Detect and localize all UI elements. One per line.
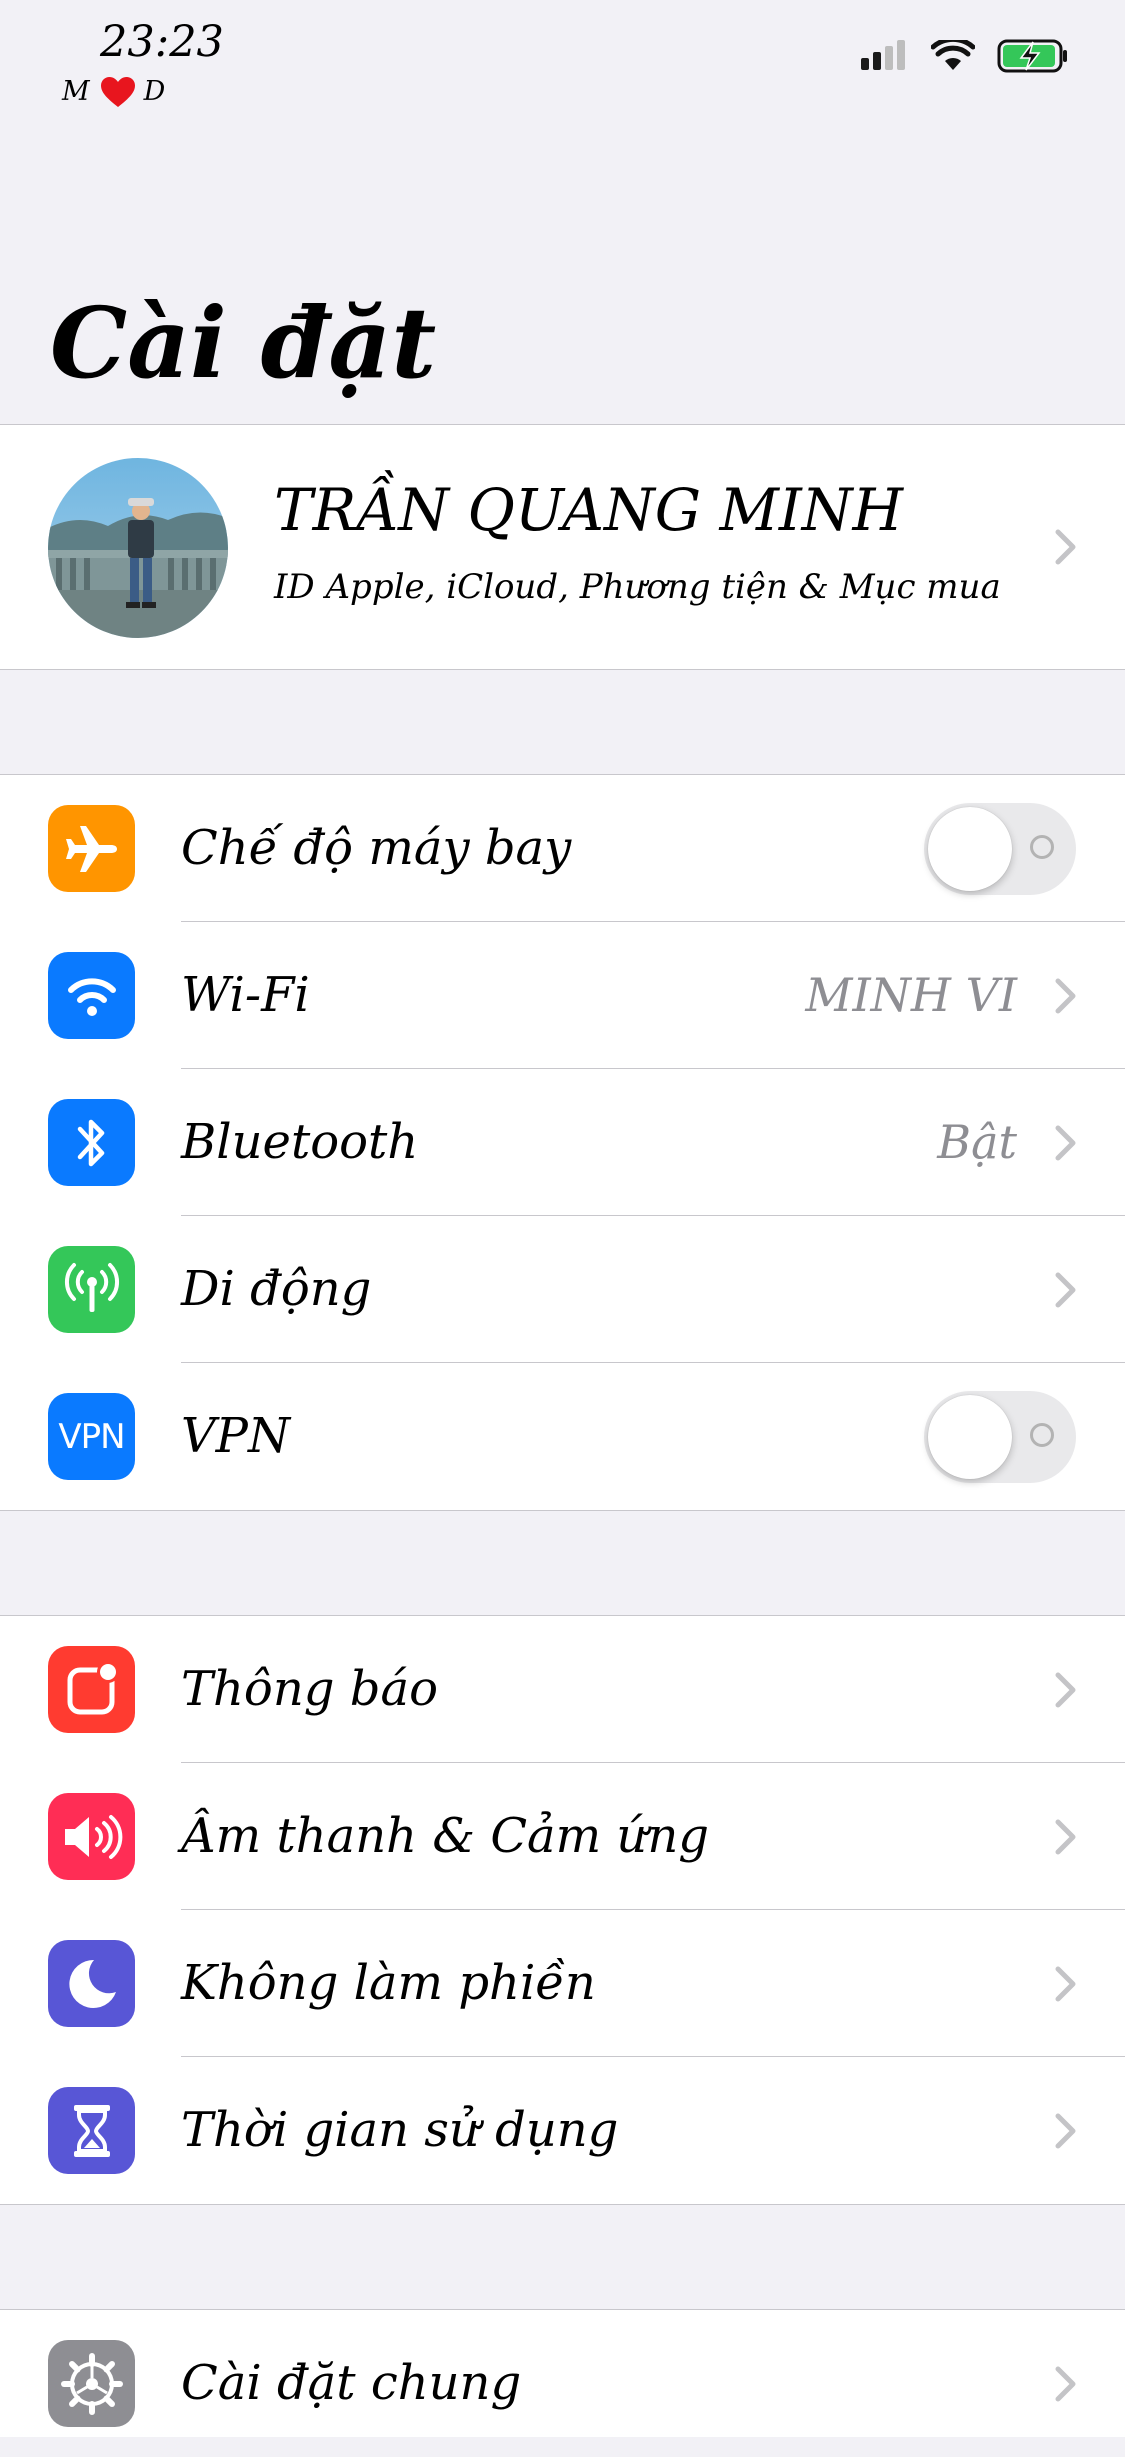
- signal-icon: [861, 40, 905, 70]
- settings-row-notifications[interactable]: Thông báo: [0, 1616, 1125, 1763]
- wifi-label: Wi-Fi: [181, 967, 310, 1023]
- airplane-mode-label: Chế độ máy bay: [181, 820, 572, 876]
- screen-time-label: Thời gian sử dụng: [181, 2102, 619, 2158]
- chevron-right-icon: [1055, 978, 1076, 1014]
- avatar-photo: [48, 458, 228, 638]
- toggle-off-indicator: [1030, 1423, 1054, 1447]
- cellular-antenna-icon: [48, 1246, 135, 1333]
- heart-icon: [100, 77, 135, 107]
- settings-row-bluetooth[interactable]: Bluetooth Bật: [0, 1069, 1125, 1216]
- general-label: Cài đặt chung: [181, 2355, 522, 2411]
- status-time: 23:23: [100, 17, 224, 67]
- settings-row-general[interactable]: Cài đặt chung: [0, 2310, 1125, 2457]
- status-sub-right: D: [143, 76, 168, 107]
- bluetooth-status-value: Bật: [937, 1115, 1017, 1169]
- avatar: [48, 458, 228, 638]
- settings-row-airplane-mode: Chế độ máy bay: [0, 775, 1125, 922]
- status-sub-left: M: [62, 76, 92, 107]
- settings-row-screen-time[interactable]: Thời gian sử dụng: [0, 2057, 1125, 2204]
- cellular-label: Di động: [181, 1261, 372, 1317]
- wifi-network-value: MINH VI: [805, 968, 1017, 1022]
- vpn-toggle[interactable]: [924, 1391, 1076, 1483]
- bluetooth-label: Bluetooth: [181, 1114, 419, 1170]
- settings-row-sounds-haptics[interactable]: Âm thanh & Cảm ứng: [0, 1763, 1125, 1910]
- wifi-status-icon: [931, 40, 975, 70]
- chevron-right-icon: [1055, 1966, 1076, 2002]
- status-icons: [861, 38, 1069, 74]
- toggle-off-indicator: [1030, 835, 1054, 859]
- sounds-haptics-label: Âm thanh & Cảm ứng: [181, 1808, 709, 1864]
- airplane-icon: [48, 805, 135, 892]
- settings-row-cellular[interactable]: Di động: [0, 1216, 1125, 1363]
- profile-name: TRẦN QUANG MINH: [274, 476, 904, 544]
- chevron-right-icon: [1055, 1125, 1076, 1161]
- vpn-icon-text: VPN: [58, 1416, 125, 1457]
- status-carrier-label: M D: [62, 74, 167, 110]
- settings-row-do-not-disturb[interactable]: Không làm phiền: [0, 1910, 1125, 2057]
- chevron-right-icon: [1055, 1272, 1076, 1308]
- profile-subtitle: ID Apple, iCloud, Phương tiện & Mục mua: [274, 567, 1001, 607]
- battery-charging-icon: [997, 39, 1067, 73]
- chevron-right-icon: [1055, 1819, 1076, 1855]
- do-not-disturb-label: Không làm phiền: [181, 1955, 596, 2011]
- notifications-icon: [48, 1646, 135, 1733]
- chevron-right-icon: [1055, 2366, 1076, 2402]
- general-group: Cài đặt chung: [0, 2309, 1125, 2437]
- wifi-icon: [48, 952, 135, 1039]
- bluetooth-icon: [48, 1099, 135, 1186]
- vpn-icon: VPN: [48, 1393, 135, 1480]
- notifications-label: Thông báo: [181, 1661, 438, 1717]
- hourglass-icon: [48, 2087, 135, 2174]
- toggle-knob: [928, 807, 1012, 891]
- gear-icon: [48, 2340, 135, 2427]
- airplane-mode-toggle[interactable]: [924, 803, 1076, 895]
- notifications-group: Thông báo Âm thanh & Cảm ứng Không làm p…: [0, 1615, 1125, 2205]
- vpn-label: VPN: [181, 1408, 290, 1464]
- toggle-knob: [928, 1395, 1012, 1479]
- apple-id-profile-row[interactable]: TRẦN QUANG MINH ID Apple, iCloud, Phương…: [0, 424, 1125, 670]
- settings-row-vpn: VPN VPN: [0, 1363, 1125, 1510]
- connectivity-group: Chế độ máy bay Wi-Fi MINH VI Bluetooth B…: [0, 774, 1125, 1511]
- page-title: Cài đặt: [50, 286, 437, 400]
- chevron-right-icon: [1055, 2113, 1076, 2149]
- speaker-icon: [48, 1793, 135, 1880]
- chevron-right-icon: [1055, 529, 1076, 565]
- settings-row-wifi[interactable]: Wi-Fi MINH VI: [0, 922, 1125, 1069]
- status-bar: 23:23 M D: [0, 0, 1125, 130]
- chevron-right-icon: [1055, 1672, 1076, 1708]
- moon-icon: [48, 1940, 135, 2027]
